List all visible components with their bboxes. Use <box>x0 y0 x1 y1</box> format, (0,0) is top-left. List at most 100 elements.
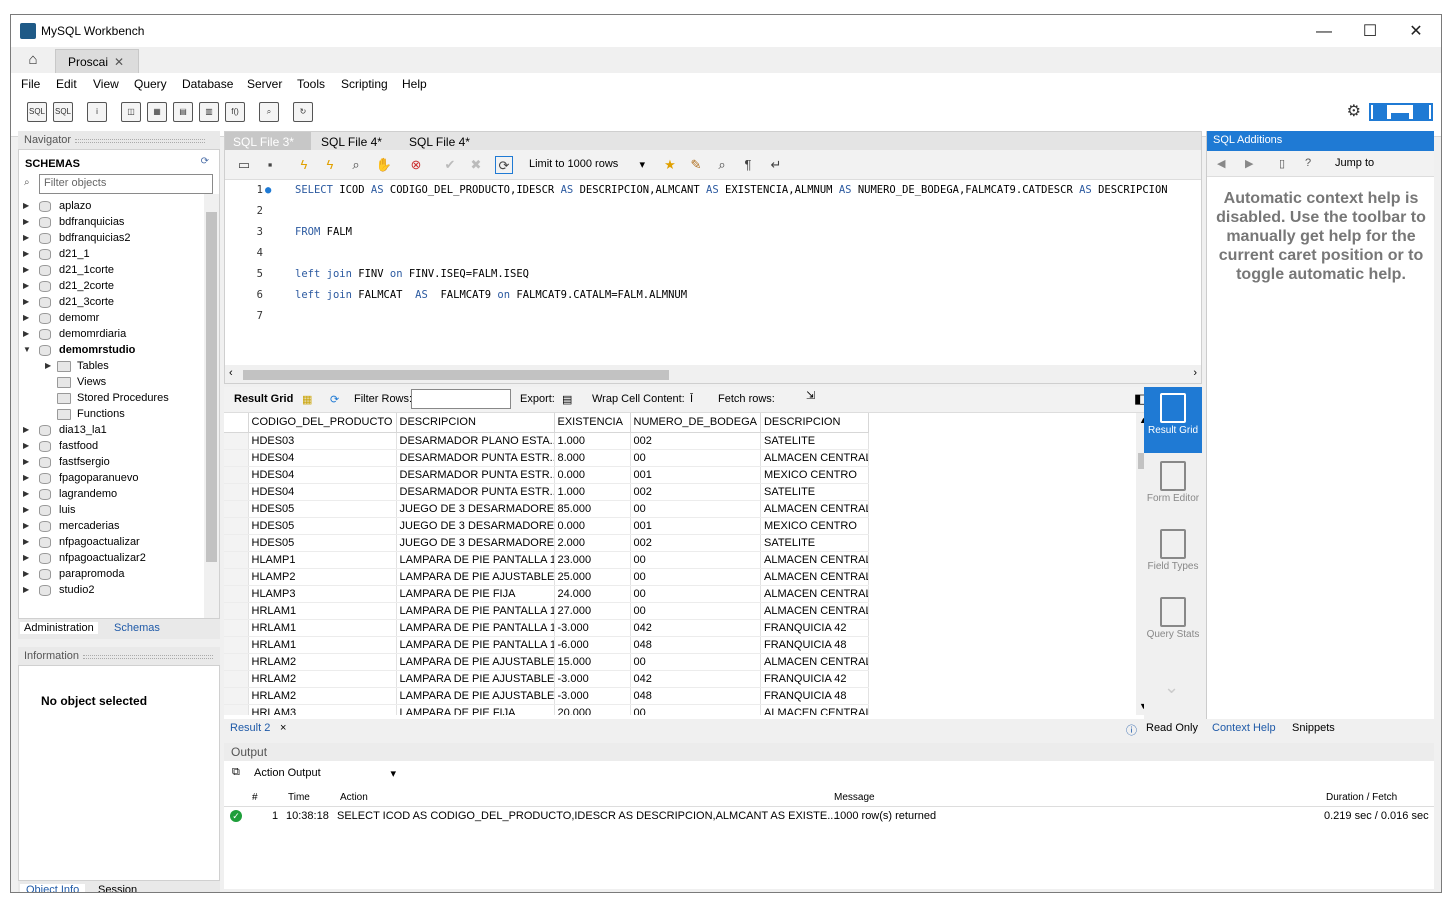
menu-edit[interactable]: Edit <box>56 77 77 91</box>
create-schema-icon[interactable]: ◫ <box>121 102 141 122</box>
menu-scripting[interactable]: Scripting <box>341 77 388 91</box>
schema-item[interactable]: ▶ nfpagoactualizar <box>23 534 201 550</box>
table-cell[interactable]: 002 <box>630 432 761 450</box>
table-row[interactable]: HDES04 DESARMADOR PUNTA ESTR... 8.000 00 ALM… <box>224 449 869 467</box>
create-function-icon[interactable]: f() <box>225 102 245 122</box>
row-header[interactable] <box>224 653 249 671</box>
manual-help-icon[interactable]: ▯ <box>1279 157 1285 170</box>
table-cell[interactable]: JUEGO DE 3 DESARMADORES <box>396 517 555 535</box>
table-cell[interactable]: HDES05 <box>248 517 397 535</box>
connection-tab-close-icon[interactable]: ✕ <box>114 55 124 69</box>
expand-arrow-icon[interactable]: ▶ <box>23 262 29 278</box>
query-stats-button[interactable]: Query Stats <box>1144 591 1202 657</box>
filter-rows-input[interactable] <box>411 389 511 409</box>
tab-result-2[interactable]: Result 2 <box>230 722 270 734</box>
table-row[interactable]: HLAMP3 LAMPARA DE PIE FIJA 24.000 00 ALMACEN… <box>224 585 869 603</box>
table-cell[interactable]: 20.000 <box>554 704 631 715</box>
schema-item[interactable]: ▶ d21_2corte <box>23 278 201 294</box>
schema-item[interactable]: ▶ bdfranquicias2 <box>23 230 201 246</box>
table-cell[interactable]: HRLAM1 <box>248 602 397 620</box>
refresh-results-icon[interactable]: ⟳ <box>330 393 339 406</box>
schema-item[interactable]: ▶ fastfood <box>23 438 201 454</box>
row-header[interactable] <box>224 585 249 603</box>
form-editor-button[interactable]: Form Editor <box>1144 455 1202 521</box>
table-cell[interactable]: MEXICO CENTRO <box>760 517 869 535</box>
table-cell[interactable]: LAMPARA DE PIE PANTALLA 12 <box>396 551 555 569</box>
expand-arrow-icon[interactable]: ▶ <box>23 230 29 246</box>
tab-session[interactable]: Session <box>92 884 143 892</box>
table-cell[interactable]: LAMPARA DE PIE PANTALLA 12 <box>396 619 555 637</box>
expand-arrow-icon[interactable]: ▶ <box>23 326 29 342</box>
table-cell[interactable]: HRLAM2 <box>248 670 397 688</box>
schema-child-item[interactable]: ▶ Tables <box>23 358 201 374</box>
table-cell[interactable]: 00 <box>630 500 761 518</box>
expand-arrow-icon[interactable]: ▶ <box>23 470 29 486</box>
close-button[interactable]: ✕ <box>1393 19 1439 45</box>
forward-icon[interactable]: ▶ <box>1245 157 1253 170</box>
table-cell[interactable]: 8.000 <box>554 449 631 467</box>
column-header[interactable]: CODIGO_DEL_PRODUCTO <box>248 413 397 433</box>
expand-arrow-icon[interactable]: ▼ <box>23 342 31 358</box>
table-cell[interactable]: 85.000 <box>554 500 631 518</box>
refresh-schemas-icon[interactable]: ⟳ <box>201 156 209 167</box>
table-cell[interactable]: HRLAM2 <box>248 653 397 671</box>
table-cell[interactable]: ALMACEN CENTRAL <box>760 653 869 671</box>
tab-schemas[interactable]: Schemas <box>110 622 164 634</box>
column-header[interactable]: NUMERO_DE_BODEGA <box>630 413 761 433</box>
table-cell[interactable]: HDES04 <box>248 483 397 501</box>
reconnect-icon[interactable]: ↻ <box>293 102 313 122</box>
table-cell[interactable]: 0.000 <box>554 466 631 484</box>
row-header[interactable] <box>224 517 249 535</box>
schema-tree-scrollbar[interactable] <box>204 194 219 618</box>
add-snippet-icon[interactable]: ★ <box>661 156 679 174</box>
table-cell[interactable]: -6.000 <box>554 636 631 654</box>
table-row[interactable]: HRLAM2 LAMPARA DE PIE AJUSTABLE 15.000 00 AL… <box>224 653 869 671</box>
table-row[interactable]: HDES05 JUEGO DE 3 DESARMADORES 2.000 002 SAT… <box>224 534 869 552</box>
toggle-secondary-sidebar-icon[interactable] <box>1413 105 1429 119</box>
row-header[interactable] <box>224 449 249 467</box>
schema-item[interactable]: ▶ mercaderias <box>23 518 201 534</box>
table-cell[interactable]: SATELITE <box>760 432 869 450</box>
table-cell[interactable]: 048 <box>630 636 761 654</box>
toggle-errors-icon[interactable]: ⊗ <box>407 156 425 174</box>
more-chevron-icon[interactable]: ⌄ <box>1164 677 1179 698</box>
find-icon[interactable]: ⌕ <box>713 156 731 174</box>
table-cell[interactable]: HLAMP1 <box>248 551 397 569</box>
new-sql-tab-icon[interactable]: SQL <box>27 102 47 122</box>
copy-output-icon[interactable]: ⧉ <box>232 766 240 779</box>
table-cell[interactable]: 00 <box>630 568 761 586</box>
column-header[interactable]: EXISTENCIA <box>554 413 631 433</box>
beautify-icon[interactable]: ✎ <box>687 156 705 174</box>
table-cell[interactable]: 15.000 <box>554 653 631 671</box>
toggle-sidebar-icon[interactable] <box>1373 105 1387 119</box>
table-cell[interactable]: MEXICO CENTRO <box>760 466 869 484</box>
fetch-rows-icon[interactable]: ⇲ <box>806 389 815 402</box>
schema-item[interactable]: ▶ fastfsergio <box>23 454 201 470</box>
filter-objects-input[interactable]: Filter objects <box>39 174 213 194</box>
row-header[interactable] <box>224 483 249 501</box>
autocommit-icon[interactable]: ⟳ <box>495 156 513 174</box>
table-cell[interactable]: LAMPARA DE PIE AJUSTABLE <box>396 687 555 705</box>
table-cell[interactable]: HLAMP3 <box>248 585 397 603</box>
table-cell[interactable]: HDES05 <box>248 500 397 518</box>
open-file-icon[interactable]: ▭ <box>235 156 253 174</box>
schema-item[interactable]: ▶ dia13_la1 <box>23 422 201 438</box>
expand-arrow-icon[interactable]: ▶ <box>23 534 29 550</box>
table-cell[interactable]: 00 <box>630 602 761 620</box>
explain-icon[interactable]: ⌕ <box>347 156 365 174</box>
expand-arrow-icon[interactable]: ▶ <box>45 358 51 374</box>
result-grid-button[interactable]: Result Grid <box>1144 387 1202 453</box>
table-cell[interactable]: 25.000 <box>554 568 631 586</box>
table-cell[interactable]: ALMACEN CENTRAL <box>760 500 869 518</box>
open-sql-script-icon[interactable]: SQL <box>53 102 73 122</box>
field-types-button[interactable]: Field Types <box>1144 523 1202 589</box>
row-header[interactable] <box>224 670 249 688</box>
row-header[interactable] <box>224 466 249 484</box>
schema-item[interactable]: ▶ demomr <box>23 310 201 326</box>
table-cell[interactable]: 2.000 <box>554 534 631 552</box>
table-cell[interactable]: JUEGO DE 3 DESARMADORES <box>396 534 555 552</box>
table-cell[interactable]: 048 <box>630 687 761 705</box>
table-cell[interactable]: HDES04 <box>248 466 397 484</box>
menu-server[interactable]: Server <box>247 77 282 91</box>
expand-arrow-icon[interactable]: ▶ <box>23 566 29 582</box>
